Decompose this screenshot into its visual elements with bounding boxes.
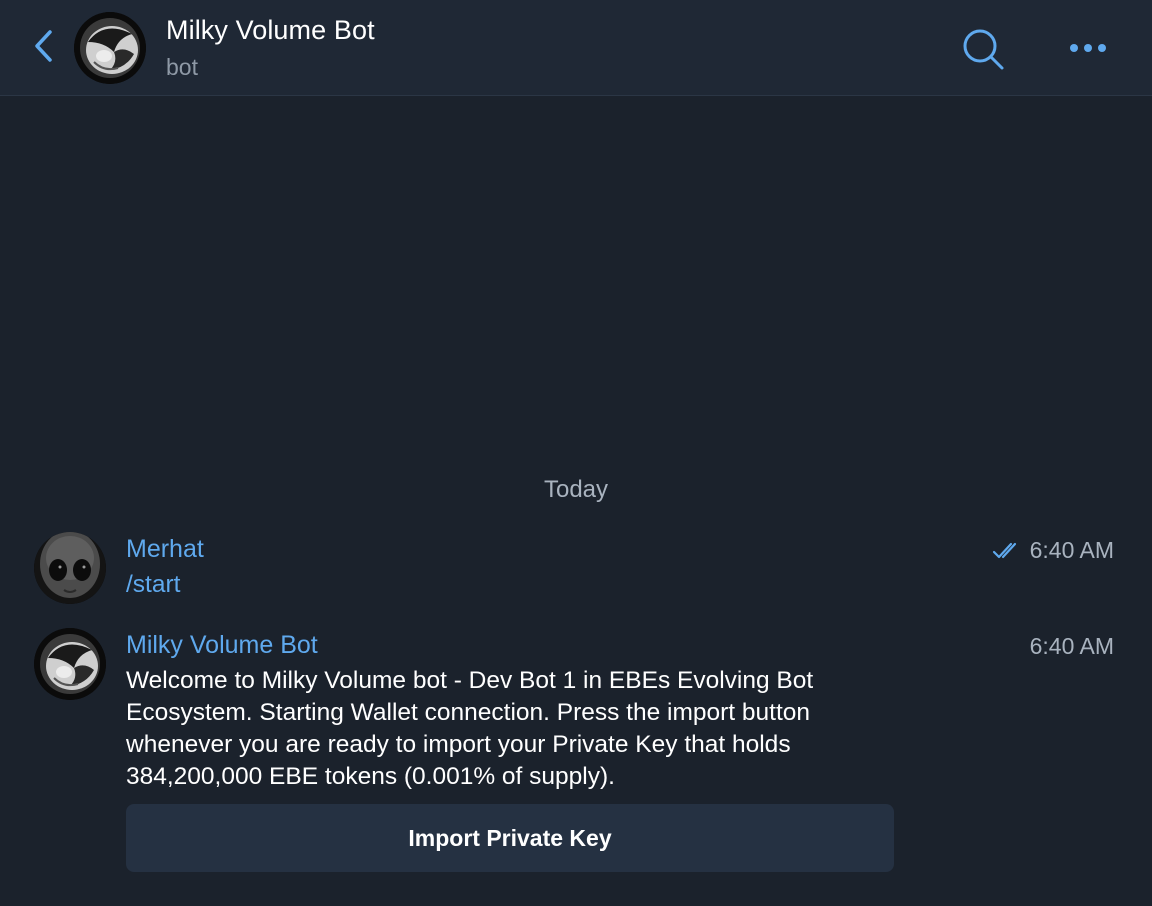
message-time-label: 6:40 AM	[1029, 537, 1114, 563]
more-button[interactable]	[1066, 36, 1110, 60]
message-sender[interactable]: Milky Volume Bot	[126, 631, 318, 660]
message-time: 6:40 AM	[1030, 633, 1114, 660]
message-text[interactable]: Welcome to Milky Volume bot - Dev Bot 1 …	[126, 665, 906, 793]
chat-header: Milky Volume Bot bot	[0, 0, 1152, 96]
import-private-key-button[interactable]: Import Private Key	[126, 804, 894, 872]
chat-screen: Milky Volume Bot bot Today Merhat 6:40 A…	[0, 0, 1152, 906]
bot-avatar[interactable]	[34, 628, 106, 700]
message-time: 6:40 AM	[992, 537, 1114, 564]
search-button[interactable]	[960, 26, 1006, 72]
search-icon	[963, 29, 1004, 70]
user-avatar[interactable]	[34, 532, 106, 604]
back-button[interactable]	[26, 26, 60, 66]
chat-title[interactable]: Milky Volume Bot	[166, 15, 375, 46]
chevron-left-icon	[35, 30, 52, 62]
more-horizontal-icon	[1070, 44, 1106, 52]
chat-subtitle: bot	[166, 54, 198, 80]
message-time-label: 6:40 AM	[1029, 633, 1114, 659]
bot-avatar[interactable]	[74, 12, 146, 84]
double-check-icon	[992, 542, 1016, 558]
message-sender[interactable]: Merhat	[126, 535, 204, 564]
date-separator: Today	[543, 476, 609, 503]
message-text[interactable]: /start	[126, 569, 926, 601]
